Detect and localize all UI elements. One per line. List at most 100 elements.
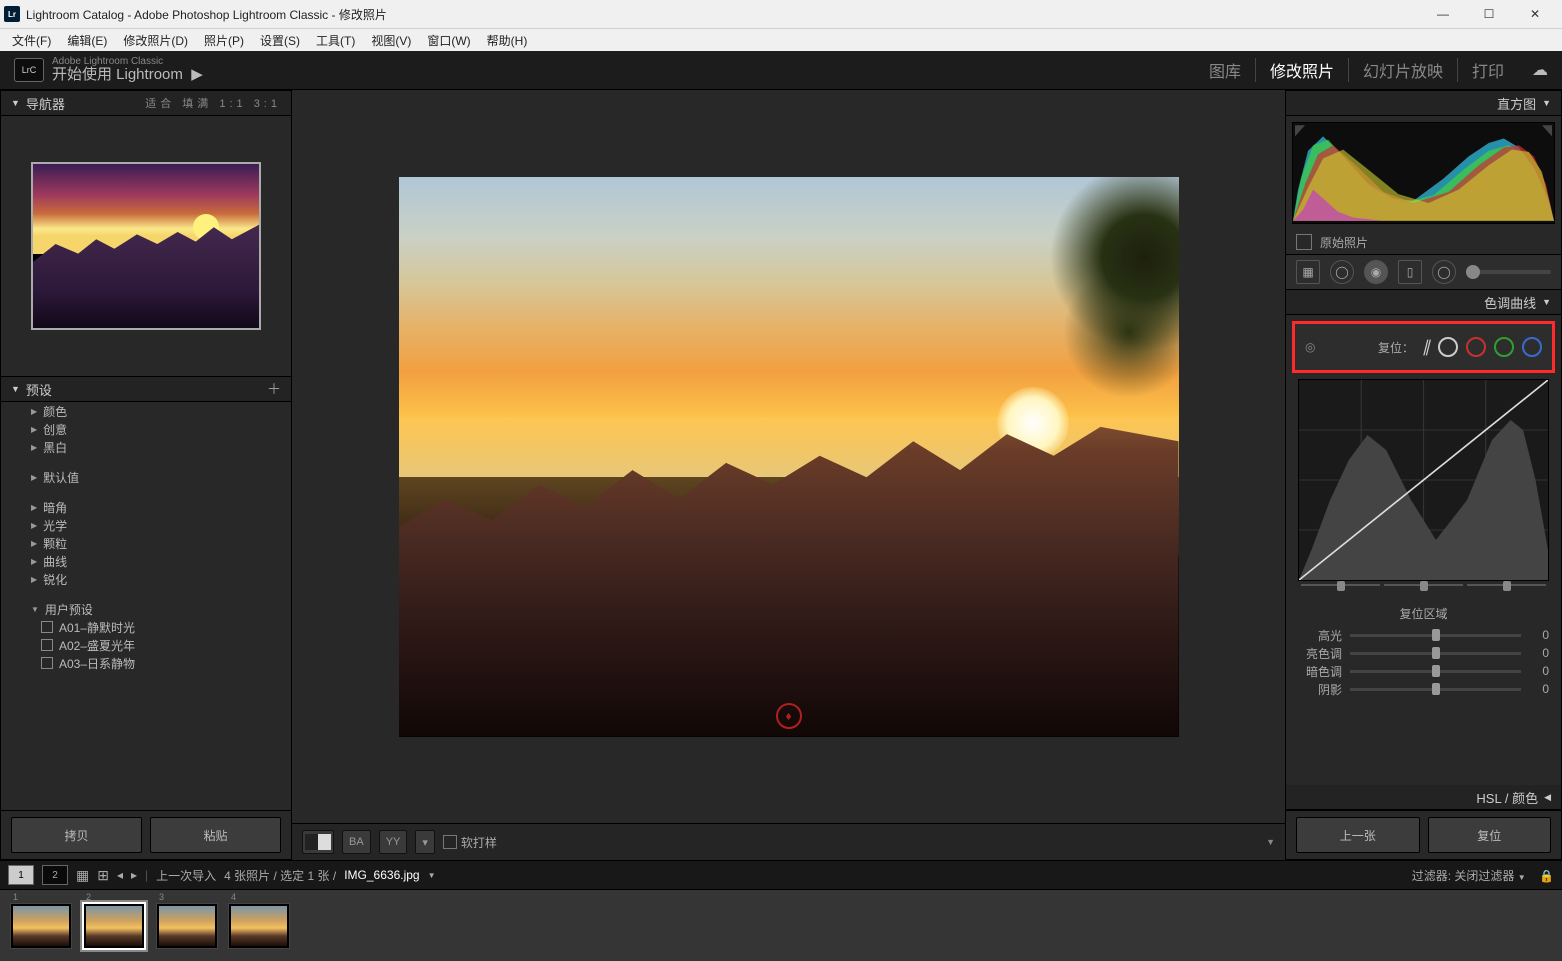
monitor-2-button[interactable]: 2: [42, 865, 68, 885]
presets-header[interactable]: ▼ 预设 ＋: [1, 377, 291, 402]
grid-view-icon[interactable]: ▦: [76, 867, 89, 884]
module-picker: 图库 修改照片 幻灯片放映 打印: [1195, 58, 1518, 82]
previous-button[interactable]: 上一张: [1296, 817, 1420, 853]
preset-group[interactable]: ▶创意: [1, 420, 291, 438]
tonecurve-header[interactable]: 色调曲线▼: [1286, 290, 1561, 315]
thumbnail[interactable]: 3: [156, 903, 218, 949]
darks-slider[interactable]: 暗色调0: [1286, 662, 1561, 680]
blue-channel-icon[interactable]: [1522, 337, 1542, 357]
nav-back-icon[interactable]: ◂: [117, 868, 123, 882]
menu-file[interactable]: 文件(F): [4, 32, 59, 49]
menu-edit[interactable]: 编辑(E): [59, 32, 115, 49]
user-presets-group[interactable]: ▼用户预设: [1, 600, 291, 618]
breadcrumb-count: 4 张照片 / 选定 1 张 /: [224, 867, 336, 884]
filmstrip: 1 2 ▦ ⊞ ◂ ▸ | 上一次导入 4 张照片 / 选定 1 张 / IMG…: [0, 860, 1562, 961]
checkbox-icon: [1296, 234, 1312, 250]
soft-proof-checkbox[interactable]: 软打样: [443, 834, 497, 851]
menu-develop[interactable]: 修改照片(D): [115, 32, 196, 49]
region-title: 复位区域: [1286, 605, 1561, 622]
collapse-arrow-icon: ▼: [1542, 98, 1551, 108]
loupe-view-button[interactable]: [302, 830, 334, 854]
before-after-dropdown[interactable]: ▾: [415, 830, 435, 854]
app-icon: Lr: [4, 6, 20, 22]
spot-removal-icon[interactable]: ◯: [1330, 260, 1354, 284]
close-button[interactable]: ✕: [1512, 0, 1558, 28]
preset-group[interactable]: ▶颜色: [1, 402, 291, 420]
target-adjust-icon[interactable]: ◎: [1305, 340, 1315, 354]
crop-tool-icon[interactable]: ▦: [1296, 260, 1320, 284]
hsl-header[interactable]: HSL / 颜色◀: [1286, 785, 1561, 810]
develop-tools: ▦ ◯ ◉ ▯ ◯: [1286, 255, 1561, 290]
add-preset-icon[interactable]: ＋: [267, 379, 281, 399]
collapse-arrow-icon: ◀: [1544, 792, 1551, 803]
menu-tools[interactable]: 工具(T): [308, 32, 363, 49]
radial-tool-icon[interactable]: ◯: [1432, 260, 1456, 284]
preset-group[interactable]: ▶光学: [1, 516, 291, 534]
cloud-sync-icon[interactable]: ☁: [1532, 60, 1548, 80]
reset-label: 复位：: [1378, 339, 1414, 356]
image-canvas-area[interactable]: ♦: [292, 90, 1285, 823]
histogram-display[interactable]: [1292, 122, 1555, 224]
preset-group[interactable]: ▶黑白: [1, 438, 291, 456]
menu-settings[interactable]: 设置(S): [252, 32, 308, 49]
mask-amount-slider[interactable]: [1466, 270, 1551, 274]
thumbnail-selected[interactable]: 2: [82, 902, 146, 950]
maximize-button[interactable]: ☐: [1466, 0, 1512, 28]
module-slideshow[interactable]: 幻灯片放映: [1349, 58, 1458, 82]
tonecurve-channel-highlight: ◎ 复位： ∥: [1292, 321, 1555, 373]
preset-group[interactable]: ▶暗角: [1, 498, 291, 516]
reset-button[interactable]: 复位: [1428, 817, 1552, 853]
thumbnail[interactable]: 1: [10, 903, 72, 949]
green-channel-icon[interactable]: [1494, 337, 1514, 357]
main-photo: ♦: [399, 177, 1179, 737]
grid-mode-icon[interactable]: ⊞: [97, 867, 109, 884]
breadcrumb-source[interactable]: 上一次导入: [156, 867, 216, 884]
preset-group[interactable]: ▶曲线: [1, 552, 291, 570]
module-bar: LrC Adobe Lightroom Classic 开始使用 Lightro…: [0, 51, 1562, 90]
parametric-channel-icon[interactable]: ∥: [1422, 337, 1430, 357]
highlights-slider[interactable]: 高光0: [1286, 626, 1561, 644]
luma-channel-icon[interactable]: [1438, 337, 1458, 357]
toolbar-options-dropdown[interactable]: ▼: [1266, 837, 1275, 847]
preset-group[interactable]: ▶颗粒: [1, 534, 291, 552]
preset-group[interactable]: ▶锐化: [1, 570, 291, 588]
minimize-button[interactable]: —: [1420, 0, 1466, 28]
app-subtitle[interactable]: 开始使用 Lightroom ▶: [52, 67, 203, 84]
menu-view[interactable]: 视图(V): [363, 32, 419, 49]
filmstrip-thumbnails[interactable]: 1 2 3 4: [0, 890, 1562, 961]
preset-group[interactable]: ▶默认值: [1, 468, 291, 486]
collapse-arrow-icon: ▼: [1542, 297, 1551, 307]
navigator-header[interactable]: ▼ 导航器 适合 填满 1:1 3:1: [1, 91, 291, 116]
lrc-logo: LrC: [14, 58, 44, 82]
gradient-tool-icon[interactable]: ▯: [1398, 260, 1422, 284]
filter-controls[interactable]: 过滤器: 关闭过滤器 ▼ 🔒: [1412, 867, 1554, 884]
menu-help[interactable]: 帮助(H): [479, 32, 536, 49]
menu-photo[interactable]: 照片(P): [196, 32, 252, 49]
copy-button[interactable]: 拷贝: [11, 817, 142, 853]
module-develop[interactable]: 修改照片: [1256, 58, 1349, 82]
right-sidebar: 直方图▼ 原始照片 ▦ ◯ ◉ ▯ ◯ 色调曲线▼: [1285, 90, 1562, 860]
module-print[interactable]: 打印: [1458, 58, 1518, 82]
shadows-slider[interactable]: 阴影0: [1286, 680, 1561, 698]
window-title: Lightroom Catalog - Adobe Photoshop Ligh…: [26, 6, 387, 23]
lights-slider[interactable]: 亮色调0: [1286, 644, 1561, 662]
preset-item[interactable]: A03–日系静物: [1, 654, 291, 672]
before-after-split-button[interactable]: YY: [379, 830, 408, 854]
redeye-tool-icon[interactable]: ◉: [1364, 260, 1388, 284]
navigator-preview[interactable]: [1, 116, 291, 377]
filter-lock-icon[interactable]: 🔒: [1539, 869, 1554, 883]
histogram-header[interactable]: 直方图▼: [1286, 91, 1561, 116]
tonecurve-graph[interactable]: [1298, 379, 1549, 581]
thumbnail[interactable]: 4: [228, 903, 290, 949]
monitor-1-button[interactable]: 1: [8, 865, 34, 885]
before-after-button[interactable]: BA: [342, 830, 371, 854]
red-channel-icon[interactable]: [1466, 337, 1486, 357]
menu-window[interactable]: 窗口(W): [419, 32, 478, 49]
zoom-options[interactable]: 适合 填满 1:1 3:1: [145, 95, 281, 111]
nav-forward-icon[interactable]: ▸: [131, 868, 137, 882]
paste-button[interactable]: 粘贴: [150, 817, 281, 853]
original-photo-toggle[interactable]: 原始照片: [1286, 230, 1561, 255]
preset-item[interactable]: A02–盛夏光年: [1, 636, 291, 654]
module-library[interactable]: 图库: [1195, 58, 1256, 82]
preset-item[interactable]: A01–静默时光: [1, 618, 291, 636]
